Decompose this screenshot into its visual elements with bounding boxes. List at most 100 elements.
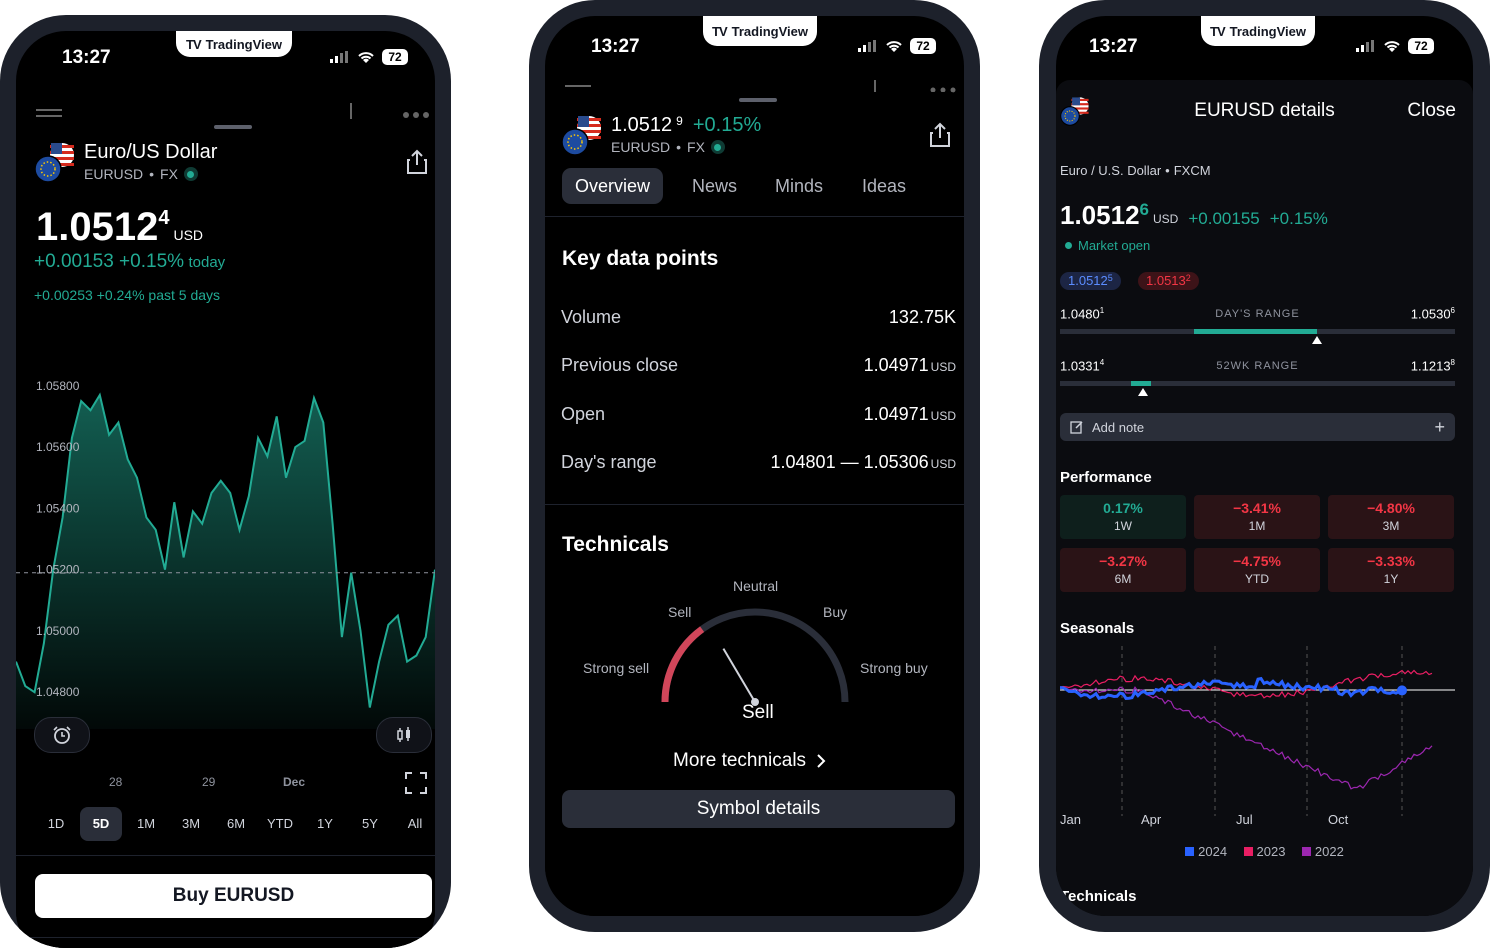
52wk-range-high: 1.12138: [1410, 358, 1455, 374]
range-1d[interactable]: 1D: [35, 807, 77, 841]
price-area-chart[interactable]: 1.05800 1.05600 1.05400 1.05200 1.05000 1.048…: [16, 349, 435, 729]
exchange-label: FX: [687, 139, 705, 155]
tab-minds[interactable]: Minds: [762, 168, 836, 204]
performance-period: 6M: [1114, 572, 1132, 586]
range-all[interactable]: All: [394, 807, 435, 841]
sheet-grabber[interactable]: [739, 98, 777, 102]
key-data-label: Day's range: [561, 452, 657, 472]
gauge-needle: [722, 648, 756, 703]
range-5y[interactable]: 5Y: [349, 807, 391, 841]
fullscreen-icon[interactable]: [404, 771, 428, 795]
tradingview-badge: TV TradingView: [703, 16, 817, 46]
performance-period: 1M: [1248, 519, 1266, 533]
share-icon[interactable]: [406, 149, 428, 175]
market-status-dot-icon: [710, 140, 725, 154]
phone-2: 13:27 TV TradingView 72 1.0512 9 +0.15% …: [529, 0, 980, 932]
buy-button[interactable]: Buy EURUSD: [35, 874, 432, 918]
performance-value: −3.27%: [1099, 553, 1147, 569]
performance-value: −4.75%: [1233, 553, 1281, 569]
key-data-label: Previous close: [561, 355, 679, 375]
chart-type-button[interactable]: [376, 717, 432, 753]
price-block: 1.0512 4 USD: [36, 205, 203, 250]
range-selector: 1D 5D 1M 3M 6M YTD 1Y 5Y All: [16, 807, 435, 847]
market-status: Market open: [1065, 238, 1150, 253]
key-data-label: Open: [561, 404, 606, 424]
days-range-label: DAY'S RANGE: [1215, 308, 1300, 320]
performance-card-3m[interactable]: −4.80% 3M: [1328, 495, 1454, 539]
performance-period: 1Y: [1383, 572, 1399, 586]
battery-indicator: 72: [382, 49, 408, 65]
y-tick-label: 1.05400: [36, 501, 80, 515]
range-6m[interactable]: 6M: [215, 807, 257, 841]
system-icons: 72: [330, 49, 408, 65]
range-3m[interactable]: 3M: [170, 807, 212, 841]
gauge-sell-fill: [661, 626, 705, 703]
phone-1-screen: 13:27 TV TradingView 72 Euro/US Dollar E…: [16, 31, 435, 948]
key-data-row-previous-close: Previous close 1.04971 USD: [561, 355, 956, 376]
menu-icon[interactable]: [36, 107, 62, 119]
tab-overview[interactable]: Overview: [562, 168, 664, 204]
key-data-value: 1.04971 USD: [863, 404, 956, 424]
chevron-right-icon: [817, 754, 826, 768]
signal-icon: [858, 40, 876, 52]
tab-ideas[interactable]: Ideas: [849, 168, 919, 204]
plus-icon: +: [1434, 416, 1445, 437]
currency-flags-icon: [561, 114, 603, 161]
change-today-value: +0.00153 +0.15%: [34, 251, 185, 272]
price-main: 1.0512: [1060, 200, 1140, 230]
phone-2-screen: 13:27 TV TradingView 72 1.0512 9 +0.15% …: [545, 16, 964, 916]
ticker-label: EURUSD: [84, 166, 144, 182]
data-source: FXCM: [1173, 163, 1211, 178]
add-note-button[interactable]: Add note +: [1060, 413, 1455, 441]
more-technicals-label: More technicals: [673, 750, 807, 771]
change-absolute: +0.00155: [1188, 209, 1260, 228]
change-today: +0.00153 +0.15% today: [34, 251, 225, 273]
more-icon[interactable]: [402, 111, 430, 119]
y-tick-label: 1.05000: [36, 624, 80, 638]
seasonals-chart[interactable]: [1060, 646, 1455, 816]
phone-1: 13:27 TV TradingView 72 Euro/US Dollar E…: [0, 15, 451, 948]
alert-button[interactable]: [34, 717, 90, 753]
range-ytd[interactable]: YTD: [259, 807, 301, 841]
tab-news[interactable]: News: [679, 168, 750, 204]
symbol-details-button[interactable]: Symbol details: [562, 790, 955, 828]
wifi-icon: [886, 40, 902, 52]
y-tick-label: 1.05600: [36, 440, 80, 454]
change-percent: +0.15%: [1269, 209, 1328, 228]
performance-card-1m[interactable]: −3.41% 1M: [1194, 495, 1320, 539]
x-tick: 28: [109, 775, 123, 789]
range-1y[interactable]: 1Y: [304, 807, 346, 841]
battery-indicator: 72: [910, 38, 936, 54]
share-icon[interactable]: [929, 122, 951, 148]
legend-2023: 2023: [1243, 844, 1285, 859]
performance-value: −4.80%: [1367, 500, 1415, 516]
range-5d[interactable]: 5D: [80, 807, 122, 841]
details-sheet: EURUSD details Close Euro / U.S. Dollar …: [1056, 80, 1473, 916]
add-icon[interactable]: [341, 103, 361, 119]
change-percent: +0.15%: [692, 114, 762, 136]
more-technicals-link[interactable]: More technicals: [673, 750, 826, 772]
performance-card-6m[interactable]: −3.27% 6M: [1060, 548, 1186, 592]
range-1m[interactable]: 1M: [125, 807, 167, 841]
month-label-jul: Jul: [1236, 812, 1253, 827]
gauge-label-sell: Sell: [668, 604, 692, 620]
wifi-icon: [358, 51, 374, 63]
close-button[interactable]: Close: [1407, 100, 1456, 122]
performance-card-1w[interactable]: 0.17% 1W: [1060, 495, 1186, 539]
tradingview-badge: TV TradingView: [1201, 16, 1315, 46]
price-header: 1.0512 9 +0.15%: [611, 114, 761, 137]
sheet-grabber[interactable]: [214, 125, 252, 129]
price-main: 1.0512: [611, 114, 673, 136]
status-bar: 13:27 TV TradingView 72: [1056, 16, 1473, 86]
phone-3: 13:27 TV TradingView 72 EURUSD details C…: [1039, 0, 1490, 932]
performance-value: −3.33%: [1367, 553, 1415, 569]
seasonals-title: Seasonals: [1060, 620, 1135, 637]
tradingview-badge: TV TradingView: [176, 31, 292, 57]
performance-card-1y[interactable]: −3.33% 1Y: [1328, 548, 1454, 592]
performance-card-ytd[interactable]: −4.75% YTD: [1194, 548, 1320, 592]
bid-badge: 1.0512 5: [1060, 272, 1121, 290]
separator-dot: •: [676, 139, 682, 155]
price-currency: USD: [173, 227, 204, 243]
gauge-track: [661, 608, 849, 703]
gauge-label-strong-sell: Strong sell: [583, 660, 650, 676]
